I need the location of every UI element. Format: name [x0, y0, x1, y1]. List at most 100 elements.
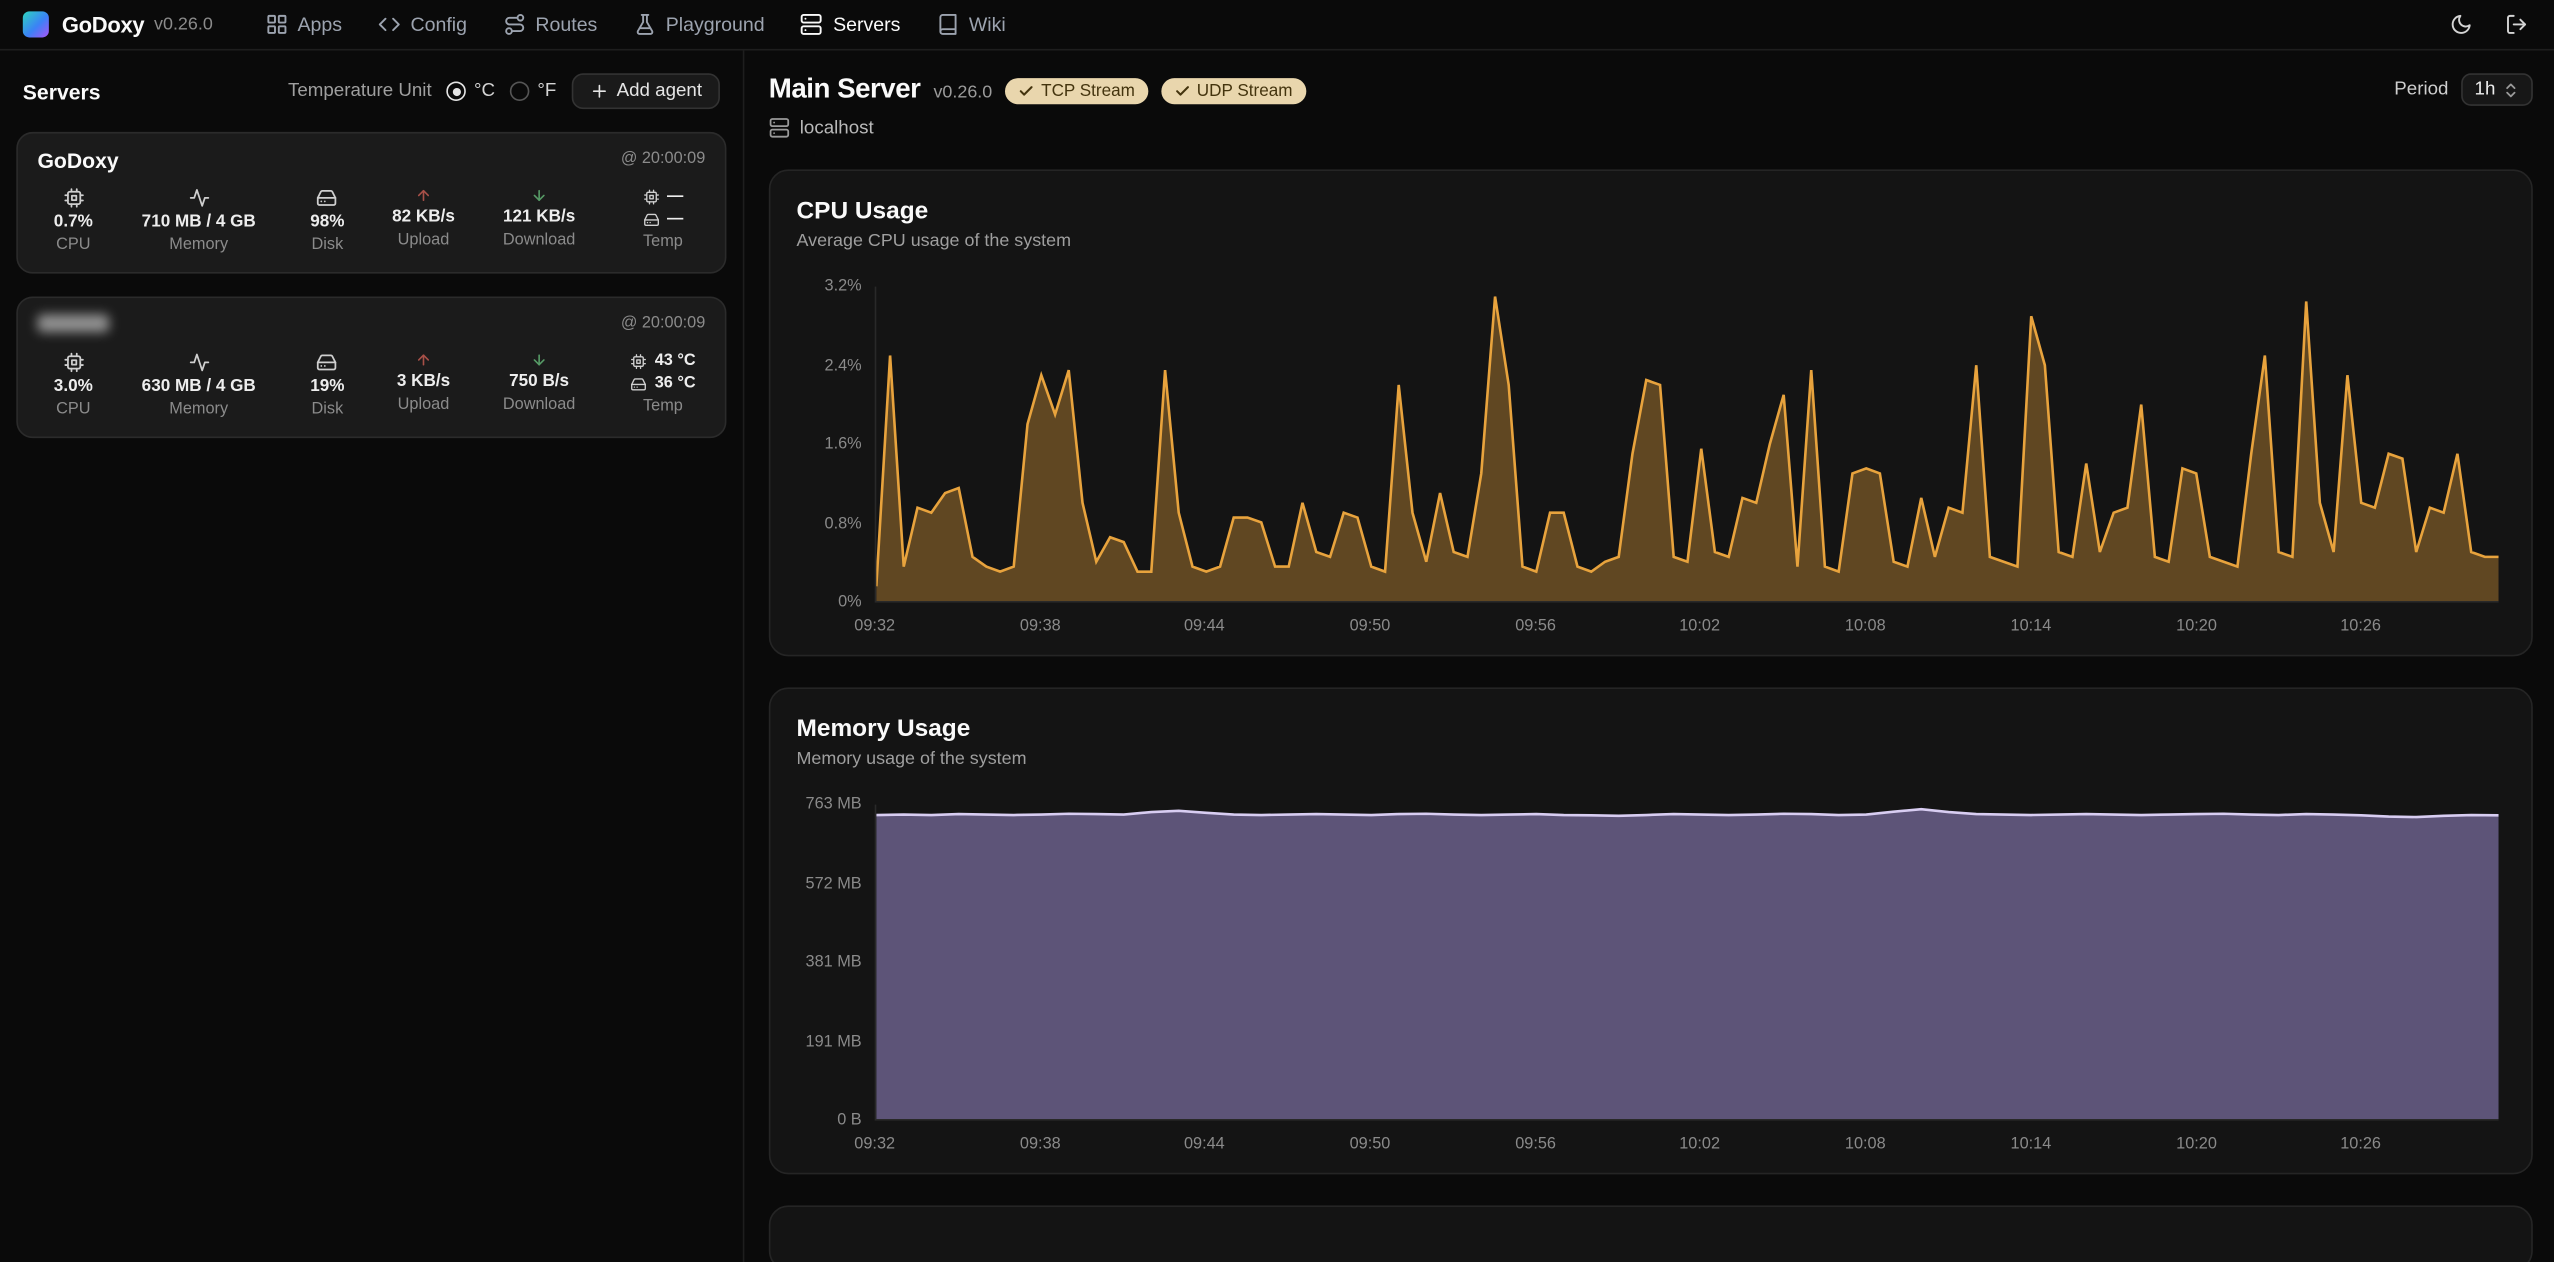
check-icon: [1174, 83, 1190, 99]
y-axis-tick: 381 MB: [806, 954, 862, 972]
temp-rows: — —: [643, 187, 684, 229]
cpu-icon: [63, 187, 84, 208]
fahrenheit-radio[interactable]: °F: [510, 81, 557, 101]
sidebar-header: Servers Temperature Unit °C °F Add agent: [16, 70, 726, 109]
chart-body: 763 MB572 MB381 MB191 MB0 B: [796, 805, 2498, 1121]
cpu-stat: 3.0% CPU: [54, 352, 93, 420]
nav-item-routes[interactable]: Routes: [503, 13, 598, 36]
chart-body: 3.2%2.4%1.6%0.8%0%: [796, 287, 2498, 603]
cpu-temp-row: 43 °C: [630, 352, 695, 372]
nav-label: Wiki: [969, 13, 1006, 36]
y-axis-tick: 0%: [838, 594, 862, 612]
x-axis-tick: 10:26: [2340, 1135, 2381, 1153]
brand-title: GoDoxy: [62, 12, 144, 36]
celsius-label: °C: [474, 81, 495, 101]
x-axis-tick: 10:02: [1679, 617, 1720, 635]
memory-usage-card: Memory Usage Memory usage of the system …: [769, 687, 2533, 1174]
servers-sidebar: Servers Temperature Unit °C °F Add agent: [0, 50, 744, 1262]
top-navigation-bar: GoDoxy v0.26.0 Apps Config Routes Playgr…: [0, 0, 2554, 50]
x-axis-tick: 09:56: [1515, 617, 1556, 635]
temp-label: Temp: [643, 397, 683, 417]
next-chart-card: [769, 1205, 2533, 1262]
y-axis-tick: 3.2%: [825, 278, 862, 296]
upload-value: 82 KB/s: [392, 207, 455, 228]
server-name-redacted: [37, 313, 705, 337]
x-axis-tick: 10:14: [2011, 1135, 2052, 1153]
nav-item-playground[interactable]: Playground: [633, 13, 764, 36]
hard-drive-icon: [630, 376, 646, 392]
cpu-label: CPU: [56, 236, 90, 256]
memory-area-chart: [876, 805, 2498, 1119]
y-axis: 3.2%2.4%1.6%0.8%0%: [796, 287, 874, 603]
download-stat: 750 B/s Download: [503, 352, 575, 416]
hard-drive-icon: [317, 352, 338, 373]
server-card-godoxy[interactable]: GoDoxy @ 20:00:09 0.7% CPU 710 MB / 4 GB…: [16, 132, 726, 274]
disk-stat: 19% Disk: [310, 352, 344, 420]
x-axis-tick: 09:32: [854, 617, 895, 635]
server-card-redacted[interactable]: @ 20:00:09 3.0% CPU 630 MB / 4 GB Memory: [16, 296, 726, 438]
x-axis-tick: 10:02: [1679, 1135, 1720, 1153]
x-axis: 09:3209:3809:4409:5009:5610:0210:0810:14…: [875, 1121, 2499, 1160]
chart-title: CPU Usage: [796, 197, 2498, 225]
flask-icon: [633, 13, 656, 36]
nav-label: Routes: [535, 13, 597, 36]
blurred-name-block: [37, 314, 109, 332]
tcp-stream-label: TCP Stream: [1041, 81, 1135, 101]
x-axis-tick: 09:38: [1020, 617, 1061, 635]
nav-label: Servers: [833, 13, 900, 36]
chart-subtitle: Memory usage of the system: [796, 749, 2498, 769]
main-nav: Apps Config Routes Playground Servers Wi…: [265, 13, 1006, 36]
celsius-radio[interactable]: °C: [446, 81, 495, 101]
disk-label: Disk: [312, 401, 344, 421]
logout-icon[interactable]: [2505, 13, 2528, 36]
book-icon: [936, 13, 959, 36]
server-stats-row: 3.0% CPU 630 MB / 4 GB Memory 19% Disk: [37, 352, 705, 420]
download-label: Download: [503, 396, 575, 416]
fahrenheit-label: °F: [537, 81, 556, 101]
x-axis-tick: 09:50: [1350, 617, 1391, 635]
x-axis-tick: 09:50: [1350, 1135, 1391, 1153]
nav-label: Apps: [298, 13, 343, 36]
app-root: GoDoxy v0.26.0 Apps Config Routes Playgr…: [0, 0, 2554, 1262]
add-agent-button[interactable]: Add agent: [571, 73, 720, 109]
upload-stat: 3 KB/s Upload: [397, 352, 450, 416]
temp-stat: 43 °C 36 °C Temp: [630, 352, 695, 417]
download-arrow-icon: [531, 187, 547, 203]
disk-temp-value: —: [667, 210, 683, 230]
nav-item-config[interactable]: Config: [378, 13, 467, 36]
nav-item-apps[interactable]: Apps: [265, 13, 342, 36]
brand-version: v0.26.0: [154, 15, 213, 35]
host-name: localhost: [800, 118, 874, 138]
download-arrow-icon: [531, 352, 547, 368]
app-logo-icon[interactable]: [23, 11, 49, 37]
page-title: Main Server: [769, 73, 921, 106]
period-select[interactable]: 1h: [2461, 73, 2532, 106]
nav-item-wiki[interactable]: Wiki: [936, 13, 1006, 36]
check-icon: [1018, 83, 1034, 99]
x-axis-tick: 09:56: [1515, 1135, 1556, 1153]
udp-stream-badge: UDP Stream: [1161, 78, 1306, 104]
nav-item-servers[interactable]: Servers: [800, 13, 900, 36]
memory-stat: 710 MB / 4 GB Memory: [142, 187, 256, 255]
period-label: Period: [2394, 80, 2448, 100]
x-axis-tick: 09:44: [1184, 1135, 1225, 1153]
page-version: v0.26.0: [933, 82, 992, 102]
cpu-icon: [643, 189, 659, 205]
cpu-value: 0.7%: [54, 212, 93, 233]
x-axis-tick: 10:08: [1845, 1135, 1886, 1153]
upload-label: Upload: [398, 231, 450, 251]
moon-icon[interactable]: [2450, 13, 2473, 36]
udp-stream-label: UDP Stream: [1197, 81, 1293, 101]
upload-value: 3 KB/s: [397, 371, 450, 392]
memory-usage-plot: [875, 805, 2499, 1121]
radio-circle-icon: [510, 81, 530, 101]
upload-arrow-icon: [415, 187, 431, 203]
y-axis-tick: 1.6%: [825, 436, 862, 454]
activity-icon: [188, 187, 209, 208]
cpu-icon: [630, 353, 646, 369]
server-icon: [800, 13, 823, 36]
temperature-unit-label: Temperature Unit: [288, 81, 432, 101]
server-stats-row: 0.7% CPU 710 MB / 4 GB Memory 98% Disk: [37, 187, 705, 255]
download-value: 750 B/s: [509, 371, 569, 392]
x-axis-tick: 09:32: [854, 1135, 895, 1153]
